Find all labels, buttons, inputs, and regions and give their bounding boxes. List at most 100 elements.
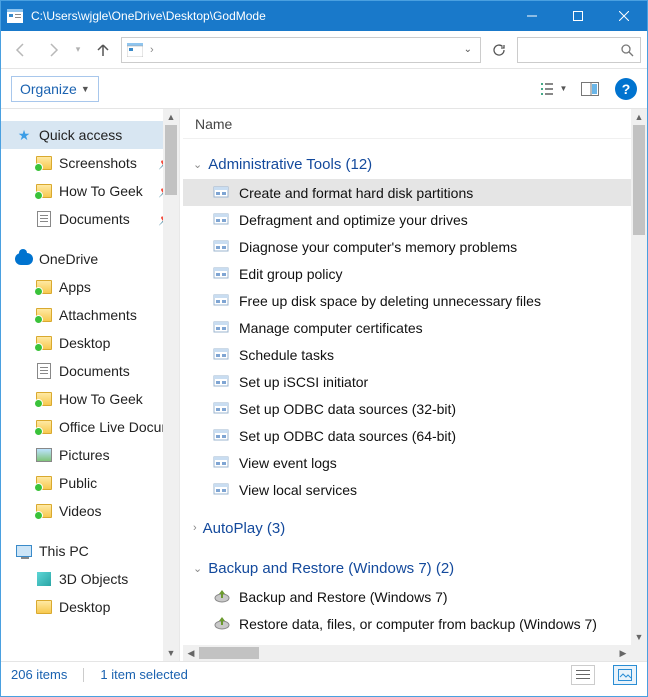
content-vscrollbar[interactable]: ▲ ▼ xyxy=(631,109,647,661)
nav-item[interactable]: Apps xyxy=(1,273,179,301)
list-item[interactable]: Schedule tasks xyxy=(183,341,647,368)
pc-icon xyxy=(15,542,33,560)
item-label: Diagnose your computer's memory problems xyxy=(239,239,517,255)
recent-dropdown[interactable]: ▾ xyxy=(71,36,85,64)
address-bar[interactable]: › ⌄ xyxy=(121,37,481,63)
nav-onedrive[interactable]: OneDrive xyxy=(1,245,179,273)
list-item[interactable]: Set up ODBC data sources (64-bit) xyxy=(183,422,647,449)
up-button[interactable] xyxy=(89,36,117,64)
nav-item[interactable]: How To Geek xyxy=(1,385,179,413)
nav-label: Office Live Documents xyxy=(59,419,179,435)
close-button[interactable] xyxy=(601,1,647,31)
list-item[interactable]: Set up ODBC data sources (32-bit) xyxy=(183,395,647,422)
scroll-thumb[interactable] xyxy=(633,125,645,235)
list-item[interactable]: Free up disk space by deleting unnecessa… xyxy=(183,287,647,314)
chevron-icon: › xyxy=(193,522,197,534)
breadcrumb-separator[interactable]: › xyxy=(148,44,156,56)
forward-button[interactable] xyxy=(39,36,67,64)
list-item[interactable]: Manage computer certificates xyxy=(183,314,647,341)
status-selection: 1 item selected xyxy=(100,667,187,682)
status-bar: 206 items 1 item selected xyxy=(1,661,647,687)
nav-label: Pictures xyxy=(59,447,110,463)
group-header[interactable]: ›AutoPlay (3) xyxy=(183,513,647,543)
control-panel-icon xyxy=(213,400,231,418)
search-input[interactable] xyxy=(517,37,641,63)
title-bar: C:\Users\wjgle\OneDrive\Desktop\GodMode xyxy=(1,1,647,31)
nav-item[interactable]: Videos xyxy=(1,497,179,525)
control-panel-icon xyxy=(213,373,231,391)
scroll-left-icon[interactable]: ◀ xyxy=(183,645,199,661)
item-label: Set up ODBC data sources (64-bit) xyxy=(239,428,456,444)
control-panel-icon xyxy=(213,319,231,337)
details-view-button[interactable] xyxy=(571,665,595,685)
nav-this-pc[interactable]: This PC xyxy=(1,537,179,565)
chevron-down-icon: ▼ xyxy=(560,84,568,93)
folder-icon xyxy=(35,418,53,436)
control-panel-icon xyxy=(213,346,231,364)
scroll-up-icon[interactable]: ▲ xyxy=(631,109,647,125)
view-options-button[interactable]: ▼ xyxy=(539,76,569,102)
item-label: Free up disk space by deleting unnecessa… xyxy=(239,293,541,309)
nav-scrollbar[interactable]: ▲ ▼ xyxy=(163,109,179,661)
refresh-button[interactable] xyxy=(485,37,513,63)
maximize-button[interactable] xyxy=(555,1,601,31)
group-title: Backup and Restore (Windows 7) (2) xyxy=(208,560,454,577)
item-label: Set up iSCSI initiator xyxy=(239,374,368,390)
list-item[interactable]: Edit group policy xyxy=(183,260,647,287)
nav-item[interactable]: Pictures xyxy=(1,441,179,469)
nav-item[interactable]: Screenshots📌 xyxy=(1,149,179,177)
control-panel-icon xyxy=(213,588,231,606)
folder-icon xyxy=(35,154,53,172)
control-panel-icon xyxy=(213,265,231,283)
nav-item[interactable]: Public xyxy=(1,469,179,497)
folder-icon xyxy=(35,278,53,296)
nav-item[interactable]: Attachments xyxy=(1,301,179,329)
group-header[interactable]: ⌄Administrative Tools (12) xyxy=(183,149,647,179)
nav-item[interactable]: Office Live Documents xyxy=(1,413,179,441)
thumbnails-view-button[interactable] xyxy=(613,665,637,685)
list-item[interactable]: Restore data, files, or computer from ba… xyxy=(183,610,647,637)
content-hscrollbar[interactable]: ◀ ▶ xyxy=(183,645,631,661)
list-item[interactable]: Diagnose your computer's memory problems xyxy=(183,233,647,260)
search-icon xyxy=(620,43,634,57)
nav-quick-access[interactable]: ★Quick access xyxy=(1,121,179,149)
address-dropdown[interactable]: ⌄ xyxy=(460,44,476,55)
organize-button[interactable]: Organize ▼ xyxy=(11,76,99,102)
item-label: Edit group policy xyxy=(239,266,343,282)
preview-pane-button[interactable] xyxy=(575,76,605,102)
list-item[interactable]: View local services xyxy=(183,476,647,503)
scroll-down-icon[interactable]: ▼ xyxy=(631,629,647,645)
nav-item[interactable]: How To Geek📌 xyxy=(1,177,179,205)
nav-label: How To Geek xyxy=(59,391,143,407)
scroll-thumb[interactable] xyxy=(199,647,259,659)
item-label: Create and format hard disk partitions xyxy=(239,185,473,201)
scroll-down-icon[interactable]: ▼ xyxy=(163,645,179,661)
toolbar: Organize ▼ ▼ ? xyxy=(1,69,647,109)
nav-item[interactable]: Desktop xyxy=(1,593,179,621)
item-label: View local services xyxy=(239,482,357,498)
nav-label: Public xyxy=(59,475,97,491)
help-button[interactable]: ? xyxy=(615,78,637,100)
nav-item[interactable]: Documents xyxy=(1,357,179,385)
document-icon xyxy=(35,362,53,380)
scroll-right-icon[interactable]: ▶ xyxy=(615,645,631,661)
list-item[interactable]: Backup and Restore (Windows 7) xyxy=(183,583,647,610)
nav-label: Apps xyxy=(59,279,91,295)
scroll-up-icon[interactable]: ▲ xyxy=(163,109,179,125)
list-item[interactable]: Set up iSCSI initiator xyxy=(183,368,647,395)
item-label: Manage computer certificates xyxy=(239,320,423,336)
minimize-button[interactable] xyxy=(509,1,555,31)
list-item[interactable]: Defragment and optimize your drives xyxy=(183,206,647,233)
list-item[interactable]: View event logs xyxy=(183,449,647,476)
nav-item[interactable]: 3D Objects xyxy=(1,565,179,593)
nav-item[interactable]: Desktop xyxy=(1,329,179,357)
list-item[interactable]: Create and format hard disk partitions xyxy=(183,179,647,206)
scroll-thumb[interactable] xyxy=(165,125,177,195)
chevron-down-icon: ▼ xyxy=(81,84,90,94)
column-header-name[interactable]: Name xyxy=(183,109,647,139)
back-button[interactable] xyxy=(7,36,35,64)
nav-item[interactable]: Documents📌 xyxy=(1,205,179,233)
control-panel-icon xyxy=(213,481,231,499)
group-header[interactable]: ⌄Backup and Restore (Windows 7) (2) xyxy=(183,553,647,583)
group-title: Administrative Tools (12) xyxy=(208,156,372,173)
